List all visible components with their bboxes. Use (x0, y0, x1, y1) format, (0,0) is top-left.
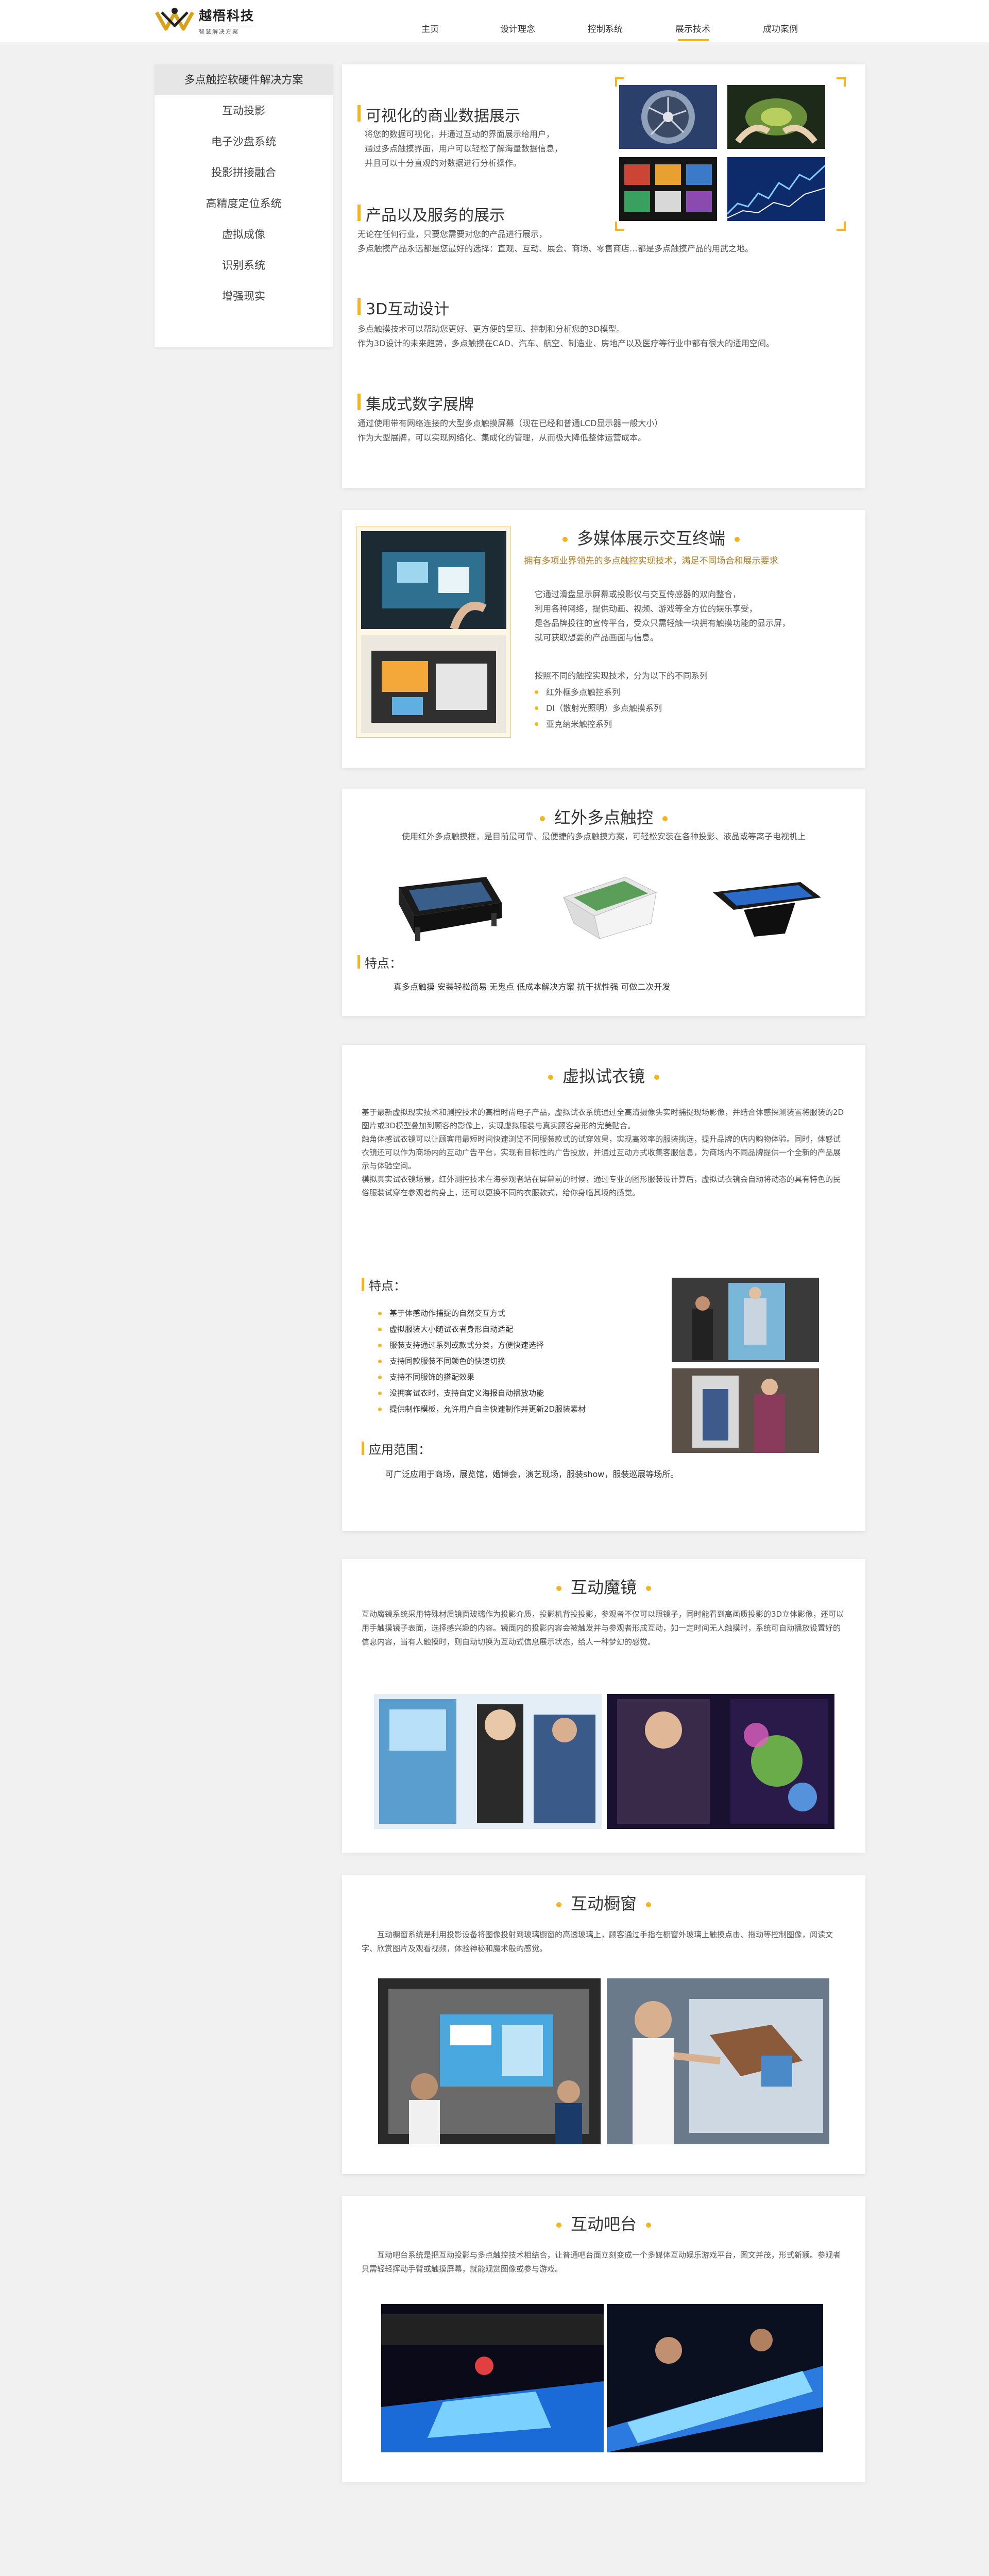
nav-design[interactable]: 设计理念 (474, 22, 561, 41)
sidebar-item-projection[interactable]: 互动投影 (155, 95, 333, 126)
fitting-features-label: 特点： (362, 1276, 406, 1294)
window-text: 互动橱窗系统是利用投影设备将图像投射到玻璃橱窗的高透玻璃上，顾客通过手指在橱窗外… (362, 1930, 833, 1953)
section-title: 产品以及服务的展示 (357, 202, 505, 225)
window-photo-2 (607, 1978, 829, 2144)
infrared-panel: 红外多点触控 使用红外多点触摸框，是目前最可靠、最便捷的多点触摸方案，可轻松安装… (342, 789, 865, 1016)
window-panel: 互动橱窗 互动橱窗系统是利用投影设备将图像投射到玻璃橱窗的高透玻璃上，顾客通过手… (342, 1875, 865, 2174)
sidebar-item-recognition[interactable]: 识别系统 (155, 250, 333, 281)
nav-control[interactable]: 控制系统 (561, 22, 649, 41)
sidebar-item-blending[interactable]: 投影拼接融合 (155, 157, 333, 188)
section-text: 无论在任何行业，只要您需要对您的产品进行展示， 多点触摸产品永远都是您最好的选择：… (357, 229, 754, 253)
list-item: 基于体感动作捕捉的自然交互方式 (376, 1306, 664, 1321)
touch-table-black-image (383, 867, 507, 944)
section-text: 将您的数据可视化，并通过互动的界面展示给用户， 通过多点触摸界面，用户可以轻松了解… (365, 129, 563, 168)
fitting-photo-2 (672, 1368, 819, 1453)
intro-panel: 可视化的商业数据展示 将您的数据可视化，并通过互动的界面展示给用户， 通过多点触摸… (342, 64, 865, 488)
mirror-title: 互动魔镜 (342, 1574, 865, 1598)
bar-photo-2 (607, 2304, 823, 2452)
list-item: 提供制作模板，允许用户自主快速制作并更新2D服装素材 (376, 1401, 664, 1417)
sidebar-item-sandtable[interactable]: 电子沙盘系统 (155, 126, 333, 157)
fitting-panel: 虚拟试衣镜 基于最新虚拟现实技术和测控技术的高档时尚电子产品，虚拟试衣系统通过全… (342, 1045, 865, 1531)
window-title: 互动橱窗 (342, 1891, 865, 1914)
fitting-para: 基于最新虚拟现实技术和测控技术的高档时尚电子产品，虚拟试衣系统通过全高清摄像头实… (362, 1108, 844, 1197)
infrared-title: 红外多点触控 (342, 805, 865, 828)
screens-image (619, 157, 717, 221)
touch-table-white-image (543, 867, 667, 944)
bar-text: 互动吧台系统是把互动投影与多点触控技术相结合，让普通吧台面立刻变成一个多媒体互动… (362, 2250, 841, 2274)
list-item: 服装支持通过系列或款式分类，方便快速选择 (376, 1337, 664, 1353)
sidebar: 多点触控软硬件解决方案 互动投影 电子沙盘系统 投影拼接融合 高精度定位系统 虚… (155, 64, 333, 347)
list-item: 虚拟服装大小随试衣者身形自动适配 (376, 1321, 664, 1337)
fitting-scope-label: 应用范围： (362, 1439, 431, 1458)
mirror-panel: 互动魔镜 互动魔镜系统采用特殊材质镜面玻璃作为投影介质，投影机背投投影，参观者不… (342, 1559, 865, 1853)
mirror-text: 互动魔镜系统采用特殊材质镜面玻璃作为投影介质，投影机背投投影，参观者不仅可以照镜… (362, 1609, 844, 1647)
list-item: 没拥客试衣时，支持自定义海报自动播放功能 (376, 1385, 664, 1401)
data-graph-image (727, 157, 825, 221)
list-item: DI（散射光照明）多点触摸系列 (533, 700, 852, 716)
site-header: 越梧科技 智慧解决方案 主页 设计理念 控制系统 展示技术 成功案例 (0, 0, 989, 42)
section-text: 多点触摸技术可以帮助您更好、更方便的呈现、控制和分析您的3D模型。 作为3D设计的… (357, 324, 774, 348)
infrared-features-label: 特点： (357, 953, 402, 971)
main-nav: 主页 设计理念 控制系统 展示技术 成功案例 (386, 22, 824, 41)
brand-name: 越梧科技 (199, 8, 255, 23)
multimedia-text: 它通过滑盘显示屏幕或投影仪与交互传感器的双向整合， 利用各种网络，提供动画、视频、… (535, 589, 791, 642)
sidebar-item-virtual-imaging[interactable]: 虚拟成像 (155, 219, 333, 250)
touch-table-round-image (703, 867, 826, 944)
fitting-scope: 可广泛应用于商场，展览馆，婚博会，演艺现场，服装show，服装巡展等场所。 (385, 1469, 679, 1479)
list-item: 红外框多点触控系列 (533, 684, 852, 700)
nav-home[interactable]: 主页 (386, 22, 474, 41)
multimedia-lead: 按照不同的触控实现技术，分为以下的不同系列 (535, 671, 708, 681)
window-photo-1 (378, 1978, 601, 2144)
nav-display-tech[interactable]: 展示技术 (649, 22, 737, 41)
brand-tagline: 智慧解决方案 (199, 26, 255, 36)
section-title: 可视化的商业数据展示 (357, 103, 520, 126)
fitting-title: 虚拟试衣镜 (342, 1063, 865, 1087)
logo[interactable]: 越梧科技 智慧解决方案 (155, 5, 273, 36)
turbine-image (619, 85, 717, 149)
sidebar-item-ar[interactable]: 增强现实 (155, 281, 333, 312)
bar-title: 互动吧台 (342, 2211, 865, 2235)
bar-panel: 互动吧台 互动吧台系统是把互动投影与多点触控技术相结合，让普通吧台面立刻变成一个… (342, 2196, 865, 2482)
list-item: 支持同款服装不同颜色的快速切换 (376, 1353, 664, 1369)
list-item: 亚克纳米触控系列 (533, 716, 852, 732)
nav-cases[interactable]: 成功案例 (737, 22, 824, 41)
logo-mark-icon (155, 8, 195, 31)
fitting-features-list: 基于体感动作捕捉的自然交互方式 虚拟服装大小随试衣者身形自动适配 服装支持通过系… (376, 1306, 664, 1417)
section-text: 通过使用带有网络连接的大型多点触摸屏幕（现在已经和普通LCD显示器一般大小） 作为… (357, 418, 663, 443)
mirror-photo-2 (607, 1694, 834, 1829)
multimedia-subtitle: 拥有多项业界领先的多点触控实现技术，满足不同场合和展示要求 (524, 556, 778, 566)
section-title: 集成式数字展牌 (357, 392, 474, 414)
section-title: 3D互动设计 (357, 296, 449, 319)
fitting-photo-1 (672, 1278, 819, 1362)
bar-photo-1 (381, 2304, 604, 2452)
list-item: 支持不同服饰的搭配效果 (376, 1369, 664, 1385)
multimedia-title: 多媒体展示交互终端 (435, 526, 867, 549)
mirror-photo-1 (374, 1694, 602, 1829)
hands-image (727, 85, 825, 149)
multimedia-series-list: 红外框多点触控系列 DI（散射光照明）多点触摸系列 亚克纳米触控系列 (533, 684, 852, 732)
multimedia-panel: 多媒体展示交互终端 拥有多项业界领先的多点触控实现技术，满足不同场合和展示要求 … (342, 510, 865, 768)
sidebar-item-multitouch[interactable]: 多点触控软硬件解决方案 (155, 64, 333, 95)
corner-bracket (837, 77, 846, 87)
infrared-features: 真多点触摸 安装轻松简易 无鬼点 低成本解决方案 抗干扰性强 可做二次开发 (394, 982, 671, 992)
infrared-desc: 使用红外多点触摸框，是目前最可靠、最便捷的多点触摸方案，可轻松安装在各种投影、液… (401, 832, 806, 841)
sidebar-item-positioning[interactable]: 高精度定位系统 (155, 188, 333, 219)
